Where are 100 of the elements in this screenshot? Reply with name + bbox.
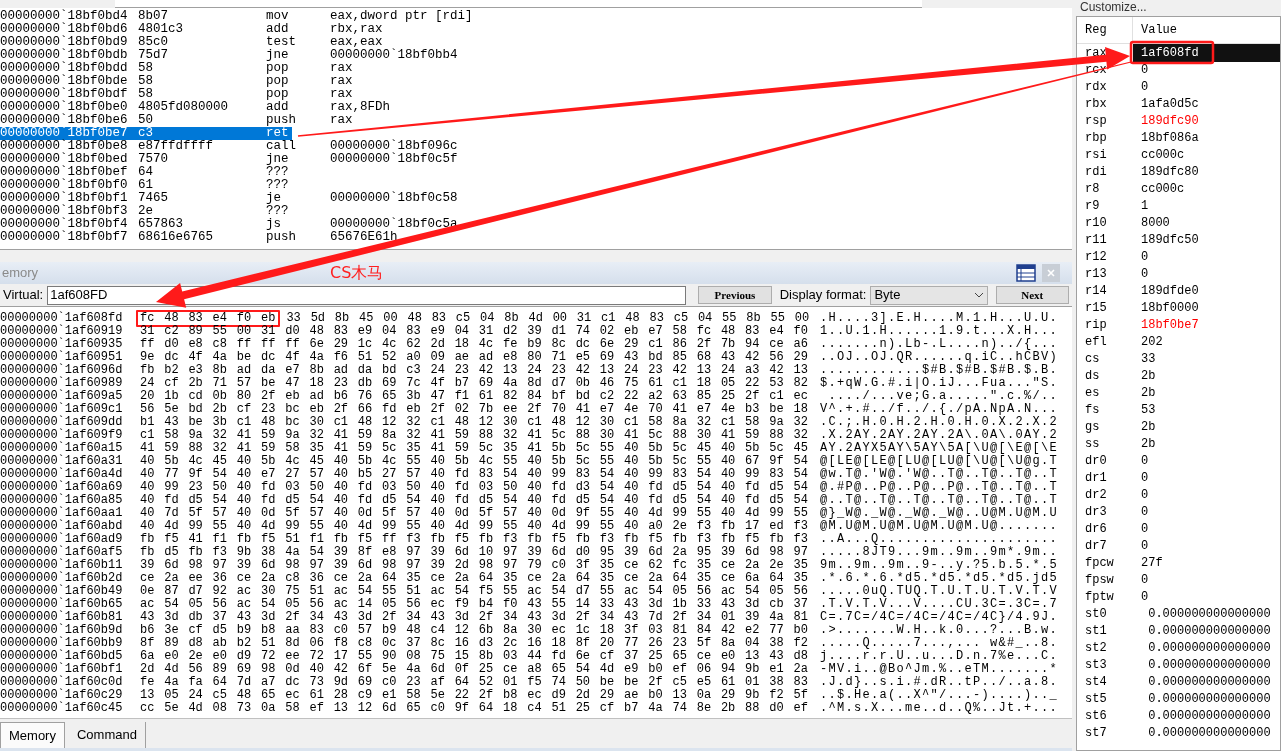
register-name: ds — [1084, 367, 1101, 385]
register-value[interactable]: 18bf0be7 — [1133, 315, 1280, 334]
register-value[interactable]: 0.000000000000000 — [1133, 638, 1280, 657]
register-name: r9 — [1084, 197, 1101, 215]
register-value[interactable]: 0 — [1133, 570, 1280, 589]
instruction-row[interactable]: 00000000`18bf0be7 c3 ret — [0, 127, 292, 140]
register-value[interactable]: 0 — [1133, 485, 1280, 504]
instruction-row[interactable]: 00000000`18bf0bed 7570 jne — [0, 153, 292, 166]
instruction-address: 00000000`18bf0bf3 — [0, 205, 129, 218]
instruction-operands: 00000000`18bf096c — [330, 140, 458, 153]
register-value[interactable]: 27f — [1133, 553, 1280, 572]
register-value[interactable]: 8000 — [1133, 213, 1280, 232]
memory-bytes: fb d5 fb f3 9b 38 4a 54 39 8f e8 97 39 6d 10 97 39 6d d0 95 39 6d 2a 95 39 6d 98 97 — [139, 546, 809, 559]
column-header[interactable]: Reg — [1077, 17, 1133, 43]
register-value[interactable]: 0 — [1133, 536, 1280, 555]
register-value[interactable]: 53 — [1133, 400, 1280, 419]
memory-bytes: c1 58 9a 32 41 59 9a 32 41 59 8a 32 41 59 88 32 41 5c 88 30 41 5c 88 30 41 59 88 32 — [139, 429, 809, 442]
register-value[interactable]: 0.000000000000000 — [1133, 706, 1280, 725]
register-value[interactable]: 2b — [1133, 434, 1280, 453]
register-name: dr2 — [1084, 486, 1108, 504]
instruction-operands: rax — [330, 88, 353, 101]
register-value[interactable]: 189dfc80 — [1133, 162, 1280, 181]
memory-bytes: 9e dc 4f 4a be dc 4f 4a f6 51 52 a0 09 ae ad e8 80 71 e5 69 43 bd 85 68 43 42 56 29 — [139, 351, 809, 364]
register-value[interactable]: 2b — [1133, 417, 1280, 436]
column-header[interactable]: Value — [1133, 21, 1177, 39]
window-tab[interactable]: Memory — [0, 722, 65, 748]
register-value[interactable]: 0 — [1133, 502, 1280, 521]
instruction-address: 00000000`18bf0be0 — [0, 101, 129, 114]
instruction-row[interactable]: 00000000`18bf0bdb 75d7 jne — [0, 49, 292, 62]
register-value[interactable]: 0.000000000000000 — [1133, 689, 1280, 708]
instruction-row[interactable]: 00000000`18bf0bf1 7465 je — [0, 192, 292, 205]
register-value[interactable]: 2b — [1133, 366, 1280, 385]
instruction-row[interactable]: 00000000`18bf0bdf 58 pop — [0, 88, 292, 101]
register-value[interactable]: 0 — [1133, 77, 1280, 96]
instruction-row[interactable]: 00000000`18bf0bde 58 pop — [0, 75, 292, 88]
memory-address: 00000000`1af60bd5 — [0, 650, 124, 663]
table-icon[interactable] — [1016, 264, 1036, 282]
memory-address: 00000000`1af60b11 — [0, 559, 124, 572]
register-value[interactable]: 18bf0000 — [1133, 298, 1280, 317]
instruction-bytes: 58 — [138, 62, 154, 75]
address-field[interactable]: 1af608FD — [47, 285, 687, 305]
register-value[interactable]: 189dfde0 — [1133, 281, 1280, 300]
instruction-address: 00000000`18bf0be6 — [0, 114, 129, 127]
register-value[interactable]: cc000c — [1133, 145, 1280, 164]
memory-address: 00000000`1af60919 — [0, 325, 124, 338]
memory-bytes: 13 05 24 c5 48 65 ec 61 28 c9 e1 58 5e 22 2f b8 ec d9 2d 29 ae b0 13 0a 29 9b f2 5f — [139, 689, 809, 702]
memory-bytes: 31 c2 89 55 00 31 d0 48 83 e9 04 83 e9 04 31 d2 39 d1 74 02 eb e7 58 fc 48 83 e4 f0 — [139, 325, 809, 338]
register-value[interactable]: cc000c — [1133, 179, 1280, 198]
instruction-bytes: 61 — [138, 179, 154, 192]
register-name: es — [1084, 384, 1101, 402]
memory-ascii: @M.U@M.U@M.U@M.U@M.U@....... — [820, 520, 1059, 533]
register-value[interactable]: 18bf086a — [1133, 128, 1280, 147]
instruction-row[interactable]: 00000000`18bf0bd4 8b07 mov — [0, 10, 292, 23]
instruction-row[interactable]: 00000000`18bf0bef 64 ??? — [0, 166, 292, 179]
register-value[interactable]: 2b — [1133, 383, 1280, 402]
customize-link[interactable]: Customize... — [1076, 0, 1147, 16]
memory-ascii: @[LE@[LE@[LU@[LU@[\U@[\U@g.T — [820, 455, 1059, 468]
register-value[interactable]: 0 — [1133, 468, 1280, 487]
register-name: cs — [1084, 350, 1101, 368]
register-value[interactable]: 33 — [1133, 349, 1280, 368]
instruction-row[interactable]: 00000000`18bf0bf0 61 ??? — [0, 179, 292, 192]
memory-ascii: 1..U.1.H......1.9.t...X.H... — [820, 325, 1059, 338]
instruction-bytes: 58 — [138, 75, 154, 88]
register-value[interactable]: 0 — [1133, 264, 1280, 283]
register-value[interactable]: 0.000000000000000 — [1133, 655, 1280, 674]
display-format-select[interactable]: Byte — [870, 285, 988, 305]
instruction-bytes: 2e — [138, 205, 154, 218]
instruction-bytes: 68616e6765 — [138, 231, 214, 244]
register-name: r15 — [1084, 299, 1108, 317]
instruction-row[interactable]: 00000000`18bf0be0 4805fd080000 add — [0, 101, 292, 114]
register-value[interactable]: 202 — [1133, 332, 1280, 351]
instruction-row[interactable]: 00000000`18bf0bdd 58 pop — [0, 62, 292, 75]
instruction-operands: 00000000`18bf0c5f — [330, 153, 458, 166]
memory-address: 00000000`1af608fd — [0, 312, 124, 325]
register-value[interactable]: 189dfc90 — [1133, 111, 1280, 130]
close-button[interactable] — [1042, 264, 1060, 282]
previous-button[interactable]: Previous — [698, 286, 772, 304]
register-value[interactable]: 0.000000000000000 — [1133, 621, 1280, 640]
instruction-row[interactable]: 00000000`18bf0bf3 2e ??? — [0, 205, 292, 218]
instruction-bytes: 7465 — [138, 192, 169, 205]
register-value[interactable]: 0 — [1133, 519, 1280, 538]
instruction-mnemonic: js — [266, 218, 281, 231]
register-value[interactable]: 189dfc50 — [1133, 230, 1280, 249]
instruction-mnemonic: mov — [266, 10, 289, 23]
memory-address: 00000000`1af60b65 — [0, 598, 124, 611]
register-name: efl — [1084, 333, 1108, 351]
register-value[interactable]: 0 — [1133, 587, 1280, 606]
register-value[interactable]: 0.000000000000000 — [1133, 672, 1280, 691]
instruction-mnemonic: ??? — [266, 166, 289, 179]
instruction-row[interactable]: 00000000`18bf0bf4 657863 js — [0, 218, 292, 231]
next-button[interactable]: Next — [995, 286, 1069, 304]
register-value[interactable]: 0.000000000000000 — [1133, 723, 1280, 742]
register-value[interactable]: 0 — [1133, 247, 1280, 266]
register-value[interactable]: 0 — [1133, 60, 1280, 79]
instruction-address: 00000000`18bf0bd9 — [0, 36, 129, 49]
register-value[interactable]: 0 — [1133, 451, 1280, 470]
register-value[interactable]: 1afa0d5c — [1133, 94, 1280, 113]
register-value[interactable]: 0.000000000000000 — [1133, 604, 1280, 623]
instruction-row[interactable]: 00000000`18bf0bd6 4801c3 add — [0, 23, 292, 36]
register-value[interactable]: 1 — [1133, 196, 1280, 215]
